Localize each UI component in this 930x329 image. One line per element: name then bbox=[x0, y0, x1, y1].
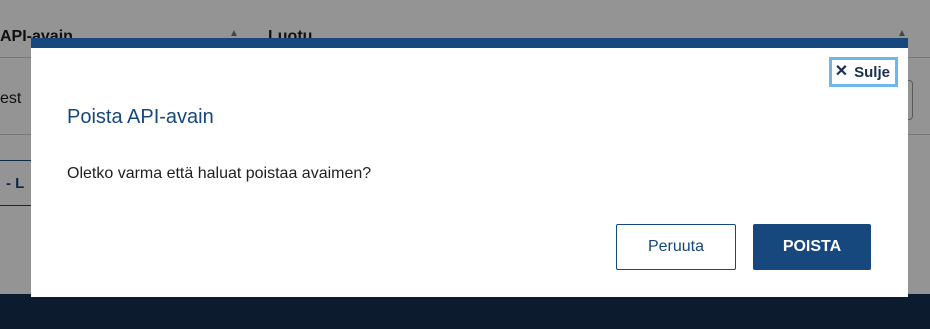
delete-api-key-dialog: ✕ Sulje Poista API-avain Oletko varma et… bbox=[31, 38, 908, 297]
dialog-message: Oletko varma että haluat poistaa avaimen… bbox=[67, 165, 372, 182]
close-button[interactable]: ✕ Sulje bbox=[828, 57, 898, 87]
close-icon: ✕ bbox=[834, 63, 849, 80]
delete-button[interactable]: POISTA bbox=[753, 224, 871, 270]
cancel-button[interactable]: Peruuta bbox=[616, 224, 736, 270]
dialog-title: Poista API-avain bbox=[67, 106, 214, 128]
close-label: Sulje bbox=[854, 63, 890, 81]
